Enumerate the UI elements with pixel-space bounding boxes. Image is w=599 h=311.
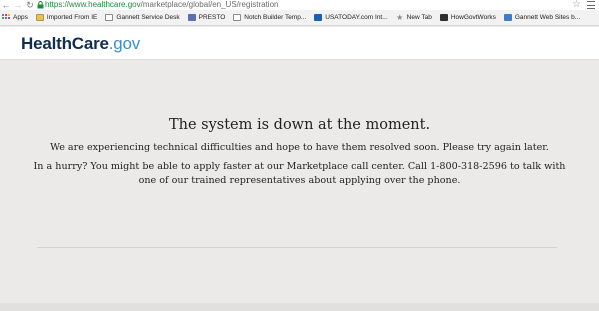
site-header: HealthCare.gov — [0, 27, 599, 60]
bookmark-howgovtworks[interactable]: HowGovtWorks — [439, 10, 496, 25]
bookmark-star-icon[interactable]: ☆ — [572, 0, 581, 10]
divider — [37, 247, 557, 248]
govt-icon — [439, 14, 448, 21]
bookmark-label: USATODAY.com Int... — [325, 13, 388, 21]
presto-icon — [187, 14, 196, 21]
bookmark-new-tab[interactable]: ★ New Tab — [396, 10, 432, 25]
bookmark-gannett-web-sites[interactable]: Gannett Web Sites b... — [503, 10, 581, 25]
bookmark-label: Imported From IE — [46, 13, 98, 21]
reload-icon[interactable]: ↻ — [24, 0, 36, 10]
logo-primary: HealthCare — [21, 34, 109, 53]
main-content: The system is down at the moment. We are… — [0, 61, 599, 311]
forward-arrow-icon[interactable]: → — [12, 0, 24, 10]
bookmark-notch-builder[interactable]: Notch Builder Temp... — [233, 10, 307, 25]
page-icon — [233, 14, 242, 21]
bookmark-usatoday[interactable]: USATODAY.com Int... — [314, 10, 388, 25]
call-center-message: In a hurry? You might be able to apply f… — [33, 161, 566, 186]
bookmark-label: New Tab — [406, 13, 432, 21]
bookmark-label: Gannett Web Sites b... — [514, 13, 581, 21]
logo-suffix: .gov — [108, 34, 141, 53]
bookmark-label: HowGovtWorks — [450, 13, 496, 21]
browser-menu-icon[interactable] — [587, 1, 595, 9]
url-scheme: https:// — [45, 0, 70, 9]
bookmark-label: Gannett Service Desk — [116, 13, 180, 21]
apps-icon — [2, 14, 10, 21]
page-title: The system is down at the moment. — [168, 117, 431, 133]
footer-strip — [0, 303, 599, 311]
bookmark-presto[interactable]: PRESTO — [187, 10, 226, 25]
bookmark-imported-from-ie[interactable]: Imported From IE — [35, 10, 98, 25]
bookmark-apps[interactable]: Apps — [2, 10, 28, 25]
url-path: /marketplace/global/en_US/registration — [140, 0, 279, 9]
bookmark-label: Notch Builder Temp... — [244, 13, 307, 21]
address-bar: ← → ↻ https://www.healthcare.gov/marketp… — [0, 0, 599, 10]
secure-lock-icon[interactable] — [36, 0, 45, 10]
gannett-icon — [503, 14, 512, 21]
error-message: We are experiencing technical difficulti… — [50, 142, 549, 153]
bookmark-gannett-service-desk[interactable]: Gannett Service Desk — [105, 10, 180, 25]
url-host: www.healthcare.gov — [69, 0, 141, 9]
back-arrow-icon[interactable]: ← — [0, 0, 12, 10]
folder-icon — [35, 14, 44, 21]
bookmark-label: PRESTO — [198, 13, 226, 21]
url-field[interactable]: https://www.healthcare.gov/marketplace/g… — [45, 0, 278, 10]
star-icon: ★ — [396, 13, 404, 22]
healthcare-gov-logo[interactable]: HealthCare.gov — [21, 34, 140, 53]
bookmark-label: Apps — [13, 13, 28, 21]
bookmarks-bar: Apps Imported From IE Gannett Service De… — [0, 10, 599, 26]
page-icon — [105, 14, 114, 21]
usatoday-icon — [314, 14, 323, 21]
